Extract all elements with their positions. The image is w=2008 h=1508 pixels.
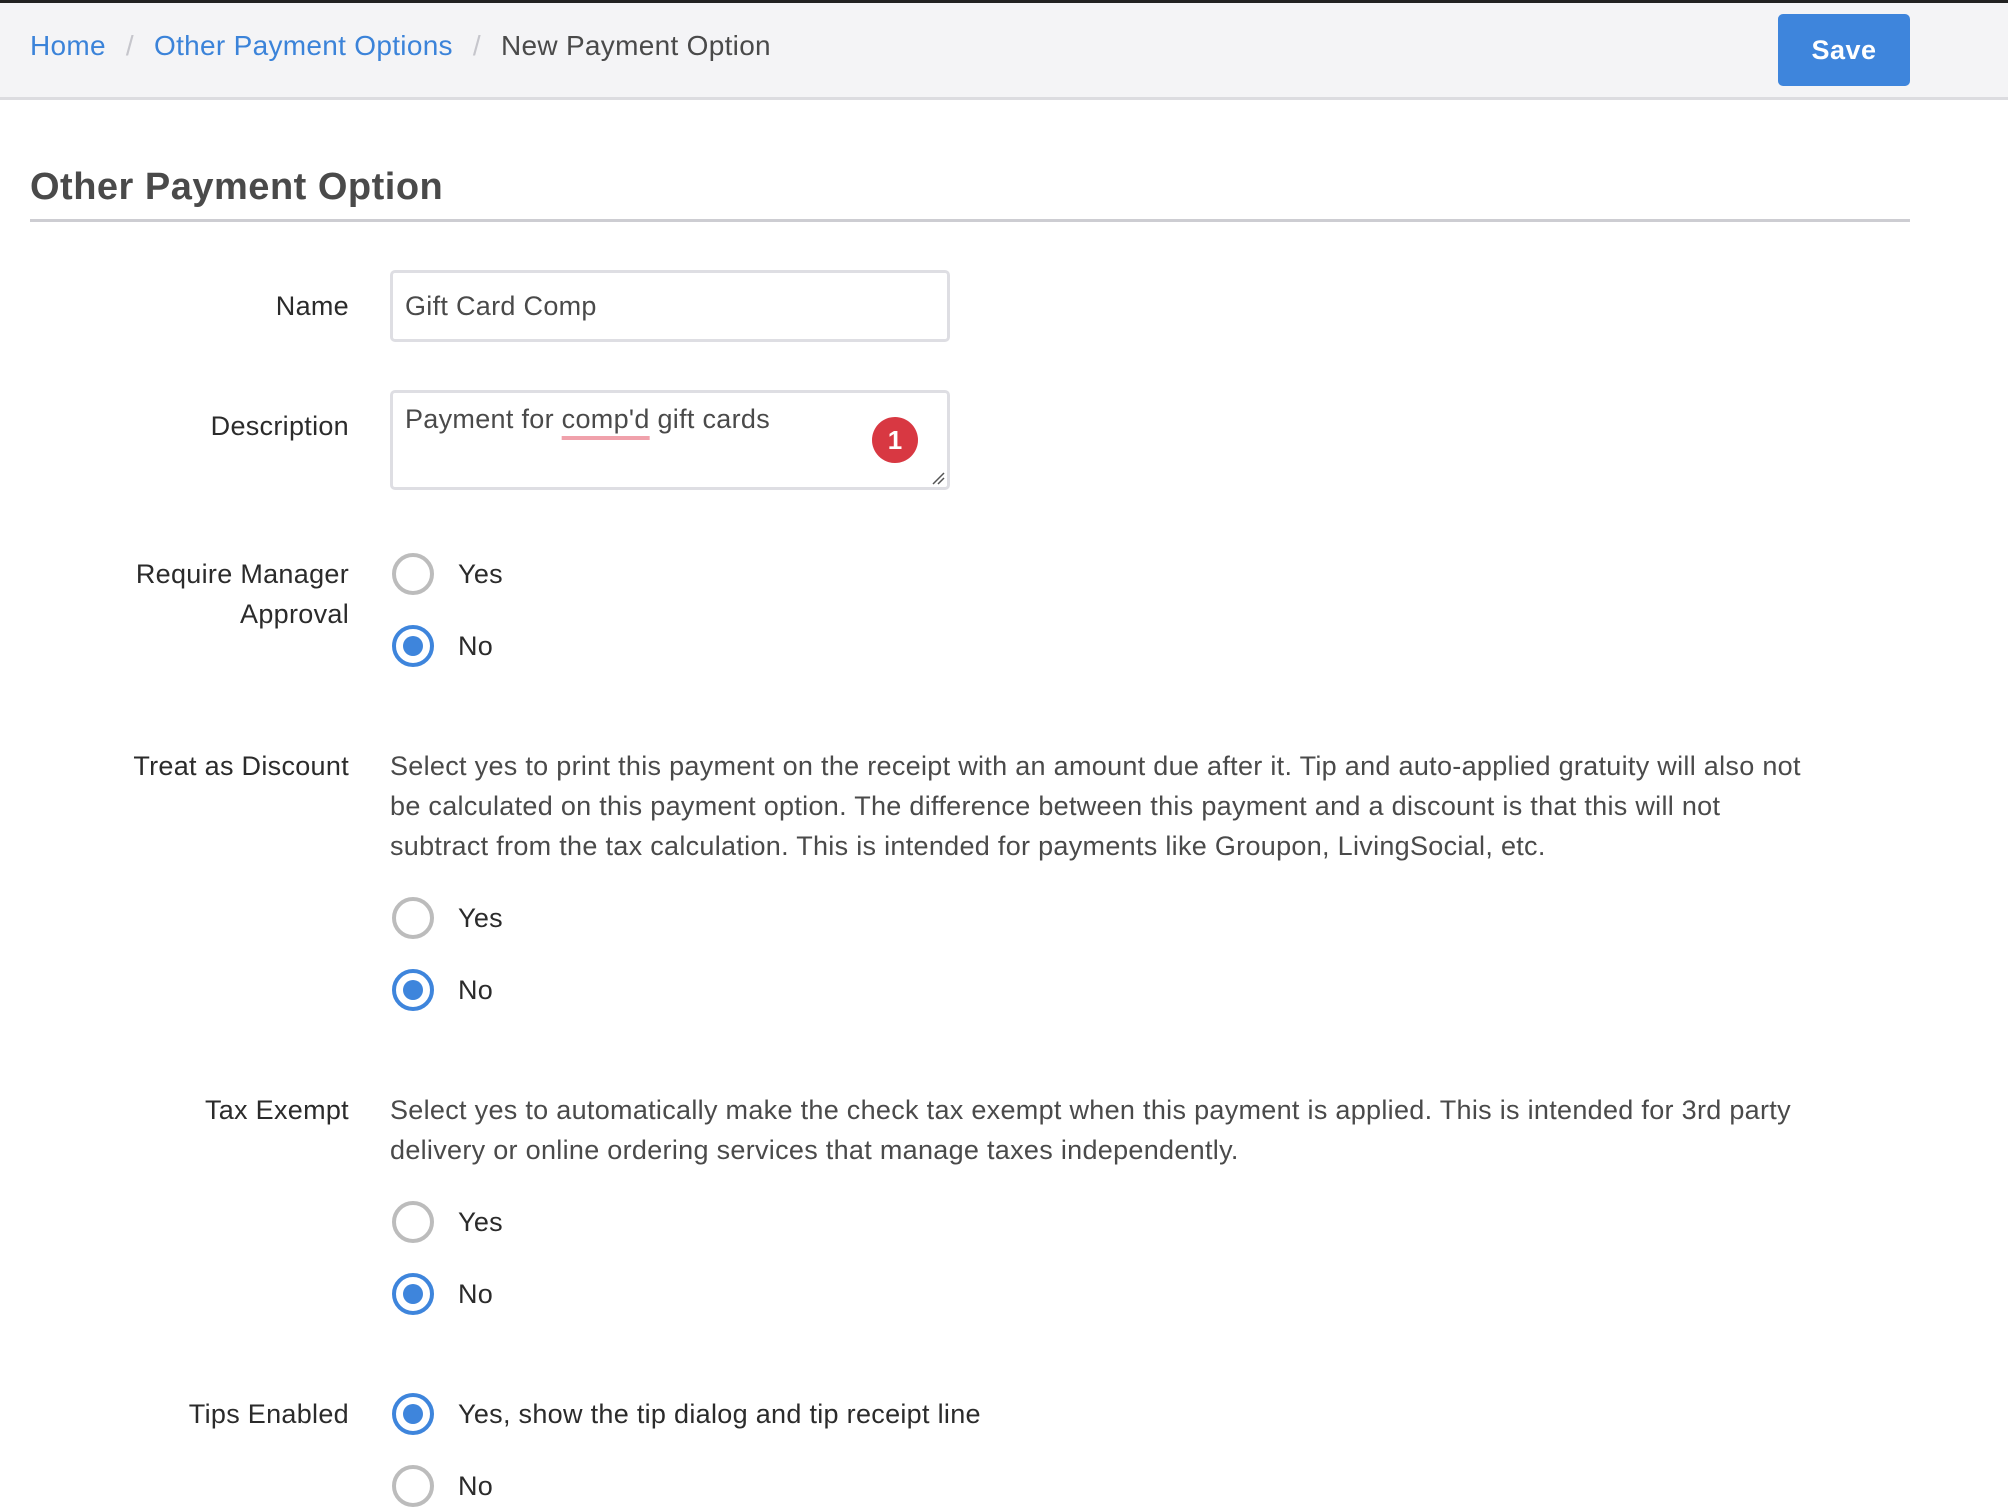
radio-label: No — [458, 1278, 494, 1309]
treat-as-discount-no-option[interactable]: No — [392, 968, 493, 1012]
description-field: Payment for comp'd gift cards 1 — [390, 390, 950, 490]
radio-checked-icon[interactable] — [392, 1393, 434, 1435]
name-input[interactable] — [390, 270, 950, 342]
spellcheck-error-badge[interactable]: 1 — [872, 417, 918, 463]
radio-label: Yes — [458, 558, 503, 589]
treat-as-discount-help-text: Select yes to print this payment on the … — [390, 746, 1920, 866]
radio-checked-icon[interactable] — [392, 1273, 434, 1315]
description-label: Description — [210, 411, 349, 441]
breadcrumb-separator: / — [472, 30, 481, 61]
radio-unchecked-icon[interactable] — [392, 553, 434, 595]
name-label: Name — [275, 291, 349, 321]
page-header: Home / Other Payment Options / New Payme… — [0, 3, 2008, 100]
radio-unchecked-icon[interactable] — [392, 1465, 434, 1507]
tax-exempt-label: Tax Exempt — [204, 1095, 349, 1125]
require-manager-approval-yes-option[interactable]: Yes — [392, 552, 503, 596]
treat-as-discount-label: Treat as Discount — [133, 751, 349, 781]
require-manager-approval-label: Require Manager Approval — [136, 554, 349, 634]
radio-label: Yes — [458, 902, 503, 933]
help-text-line: be calculated on this payment option. Th… — [390, 791, 1721, 821]
description-textarea[interactable] — [390, 390, 950, 490]
radio-label: Yes — [458, 1206, 503, 1237]
radio-checked-icon[interactable] — [392, 969, 434, 1011]
resize-handle-icon[interactable] — [931, 471, 945, 485]
radio-checked-icon[interactable] — [392, 625, 434, 667]
radio-label: No — [458, 630, 494, 661]
tips-enabled-no-option[interactable]: No — [392, 1464, 493, 1508]
help-text-line: Select yes to print this payment on the … — [390, 751, 1801, 781]
tips-enabled-label: Tips Enabled — [188, 1399, 349, 1429]
tax-exempt-help-text: Select yes to automatically make the che… — [390, 1090, 1920, 1170]
breadcrumb-home-link[interactable]: Home — [30, 30, 106, 62]
tax-exempt-yes-option[interactable]: Yes — [392, 1200, 503, 1244]
breadcrumb-separator: / — [125, 30, 134, 61]
require-manager-approval-label-line2: Approval — [240, 599, 349, 629]
tips-enabled-yes-option[interactable]: Yes, show the tip dialog and tip receipt… — [392, 1392, 981, 1436]
radio-label: No — [458, 1470, 494, 1501]
page-title: Other Payment Option — [30, 166, 444, 208]
breadcrumb-other-payment-options-link[interactable]: Other Payment Options — [154, 30, 453, 62]
require-manager-approval-label-line1: Require Manager — [135, 559, 349, 589]
breadcrumb: Home / Other Payment Options / New Payme… — [30, 30, 771, 62]
breadcrumb-current-page: New Payment Option — [500, 30, 771, 61]
tax-exempt-no-option[interactable]: No — [392, 1272, 493, 1316]
help-text-line: subtract from the tax calculation. This … — [390, 831, 1546, 861]
treat-as-discount-yes-option[interactable]: Yes — [392, 896, 503, 940]
radio-unchecked-icon[interactable] — [392, 897, 434, 939]
require-manager-approval-no-option[interactable]: No — [392, 624, 493, 668]
radio-label: No — [458, 974, 494, 1005]
title-divider — [30, 219, 1910, 222]
help-text-line: delivery or online ordering services tha… — [390, 1135, 1239, 1165]
radio-label: Yes, show the tip dialog and tip receipt… — [458, 1398, 981, 1429]
radio-unchecked-icon[interactable] — [392, 1201, 434, 1243]
save-button[interactable]: Save — [1778, 14, 1910, 86]
help-text-line: Select yes to automatically make the che… — [390, 1095, 1791, 1125]
